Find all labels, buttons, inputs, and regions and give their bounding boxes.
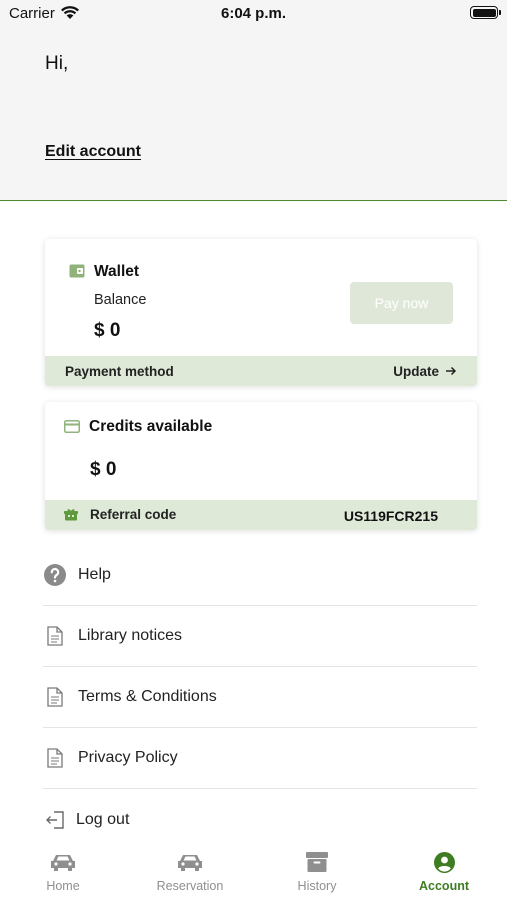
document-icon [43, 746, 67, 770]
menu-item-label: Privacy Policy [78, 749, 178, 766]
menu-item-log-out[interactable]: Log out [43, 789, 477, 850]
status-bar: Carrier 6:04 p.m. [0, 0, 507, 28]
pay-now-button[interactable]: Pay now [350, 282, 453, 324]
menu-item-label: Library notices [78, 627, 183, 644]
gift-icon [64, 508, 78, 524]
account-icon [381, 852, 507, 874]
balance-value: $ 0 [94, 320, 121, 341]
tab-history[interactable]: History [254, 845, 380, 900]
document-icon [43, 624, 67, 648]
credits-value: $ 0 [90, 459, 117, 480]
menu-item-label: Log out [76, 810, 130, 828]
greeting: Hi, [45, 53, 69, 74]
credits-card: Credits available $ 0 Referral code US11… [45, 402, 477, 530]
menu-item-help[interactable]: Help [43, 545, 477, 606]
arrow-right-icon [445, 364, 457, 379]
help-icon [43, 563, 67, 587]
tab-label: Account [419, 879, 469, 893]
car-icon [0, 852, 126, 874]
bottom-tab-bar: Home Reservation History Account [0, 845, 507, 900]
account-header: Hi, Edit account [0, 28, 507, 201]
referral-code-row[interactable]: Referral code US119FCR215 [45, 500, 477, 530]
credits-title: Credits available [89, 418, 213, 435]
tab-label: Reservation [156, 879, 224, 893]
tab-home[interactable]: Home [0, 845, 126, 900]
menu-item-label: Terms & Conditions [78, 688, 217, 705]
referral-code-value: US119FCR215 [343, 508, 438, 524]
clock: 6:04 p.m. [220, 5, 287, 22]
update-label: Update [393, 364, 439, 379]
payment-method-row[interactable]: Payment method Update [45, 356, 477, 386]
wallet-title: Wallet [94, 263, 140, 280]
wallet-icon [69, 264, 85, 283]
wallet-card: Wallet Balance $ 0 Pay now Payment metho… [45, 239, 477, 386]
tab-label: Home [46, 879, 80, 893]
menu-item-privacy-policy[interactable]: Privacy Policy [43, 728, 477, 789]
car-icon [127, 852, 253, 874]
payment-method-label: Payment method [65, 364, 174, 379]
archive-icon [254, 852, 380, 874]
credit-card-icon [64, 420, 80, 438]
menu-item-terms-conditions[interactable]: Terms & Conditions [43, 667, 477, 728]
account-menu: Help Library notices Terms & Conditions [43, 545, 477, 850]
battery-icon [470, 6, 501, 19]
update-payment-button[interactable]: Update [393, 364, 457, 379]
document-icon [43, 685, 67, 709]
menu-item-library-notices[interactable]: Library notices [43, 606, 477, 667]
menu-item-label: Help [78, 566, 111, 583]
tab-label: History [297, 879, 337, 893]
edit-account-link[interactable]: Edit account [45, 143, 141, 161]
tab-account[interactable]: Account [381, 845, 507, 900]
balance-label: Balance [94, 292, 147, 308]
logout-icon [43, 808, 67, 832]
referral-code-label: Referral code [90, 507, 177, 522]
tab-reservation[interactable]: Reservation [127, 845, 253, 900]
